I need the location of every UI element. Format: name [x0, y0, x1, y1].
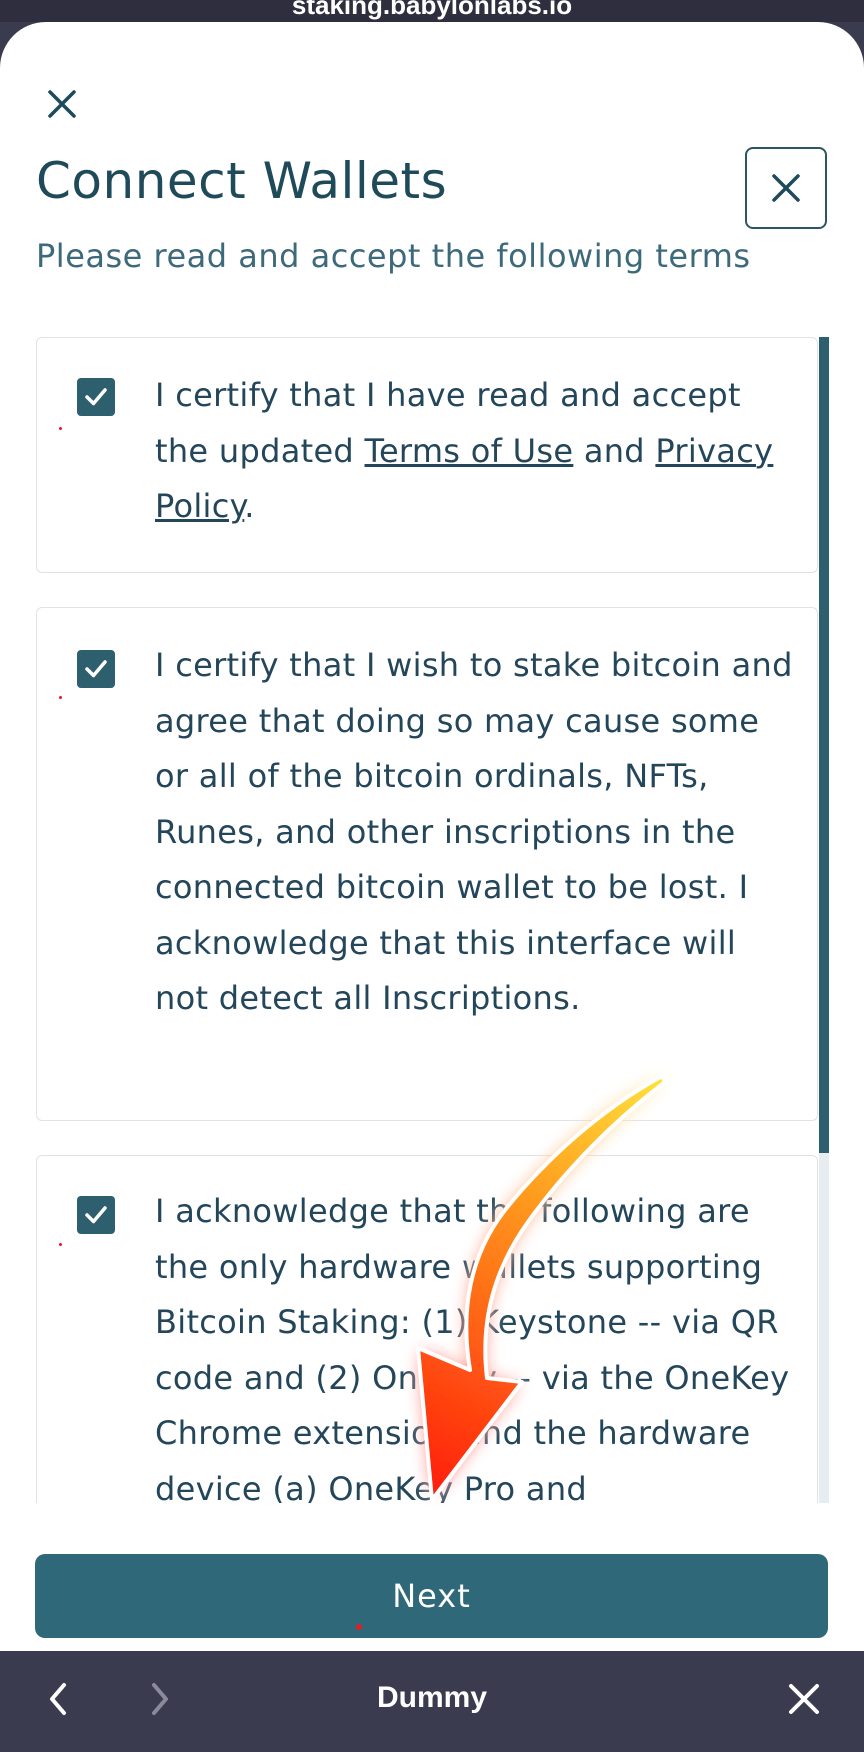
checkmark-icon [85, 660, 107, 678]
close-icon [772, 174, 800, 202]
touch-indicator [59, 1243, 62, 1246]
modal-title: Connect Wallets [36, 152, 448, 210]
touch-indicator [356, 1624, 362, 1630]
bottom-bar-title: Dummy [376, 1681, 488, 1714]
checkmark-icon [85, 1206, 107, 1224]
url-text: staking.babylonlabs.io [291, 0, 573, 20]
close-icon[interactable] [42, 84, 82, 124]
term-text-1: I certify that I have read and accept th… [155, 368, 795, 535]
term-text-segment: . [244, 487, 255, 525]
term-checkbox-2[interactable] [77, 650, 115, 688]
term-text-3: I acknowledge that the following are the… [155, 1192, 790, 1503]
term-card-1: I certify that I have read and accept th… [36, 337, 818, 573]
modal-subtitle: Please read and accept the following ter… [36, 237, 751, 275]
terms-of-use-link[interactable]: Terms of Use [365, 432, 574, 470]
term-card-3: I acknowledge that the following are the… [36, 1155, 818, 1503]
term-text-segment: and [573, 431, 656, 470]
touch-indicator [59, 696, 62, 699]
close-icon[interactable] [786, 1681, 822, 1717]
bottom-sheet: Connect Wallets Please read and accept t… [0, 22, 864, 1651]
term-checkbox-1[interactable] [77, 378, 115, 416]
modal-close-button[interactable] [745, 147, 827, 229]
checkmark-icon [85, 388, 107, 406]
term-checkbox-3[interactable] [77, 1196, 115, 1234]
touch-indicator [59, 427, 62, 430]
terms-list[interactable]: I certify that I have read and accept th… [36, 337, 828, 1503]
term-text-2: I certify that I wish to stake bitcoin a… [155, 646, 793, 1017]
bottom-nav-bar: Dummy [0, 1651, 864, 1752]
next-button[interactable]: Next [35, 1554, 828, 1638]
url-bar: staking.babylonlabs.io [0, 0, 864, 22]
term-card-2: I certify that I wish to stake bitcoin a… [36, 607, 818, 1121]
